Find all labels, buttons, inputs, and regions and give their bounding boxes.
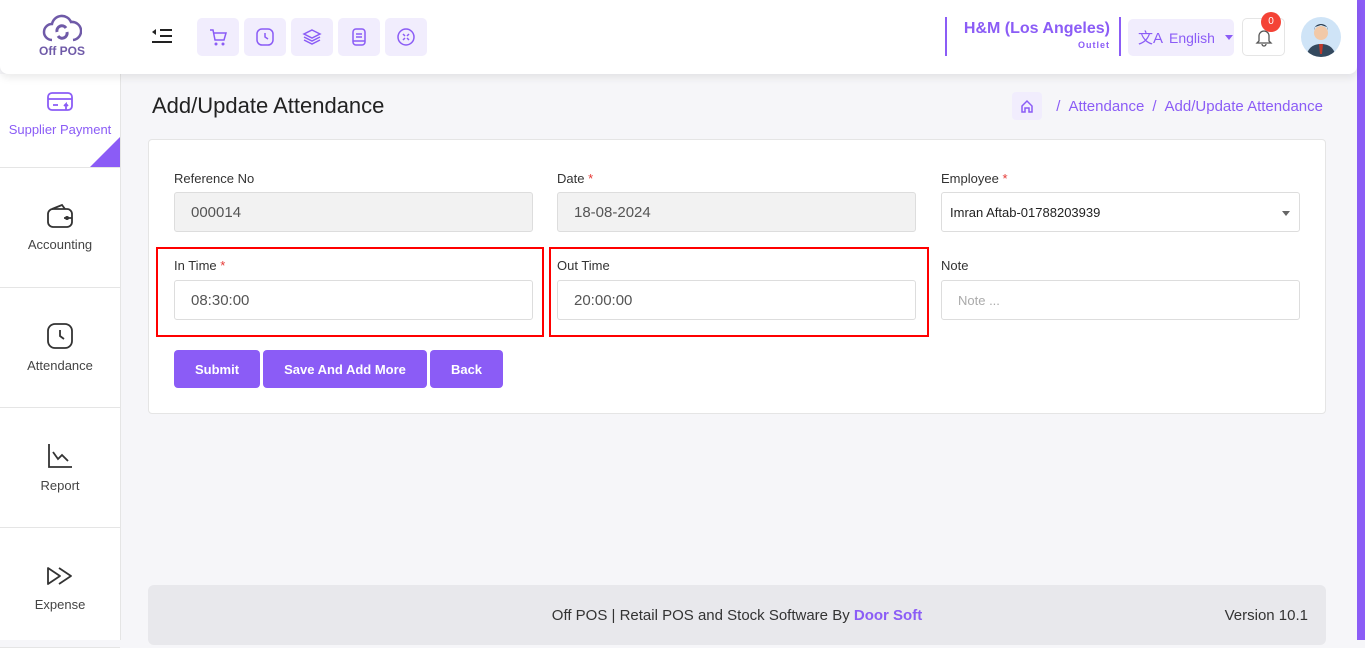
out-time-label: Out Time <box>557 258 610 273</box>
receipt-button[interactable] <box>338 18 380 56</box>
breadcrumb: / Attendance / Add/Update Attendance <box>1012 92 1323 120</box>
sidebar-item-label: Supplier Payment <box>8 122 112 137</box>
breadcrumb-separator: / <box>1056 97 1061 115</box>
note-label: Note <box>941 258 969 273</box>
sidebar: Supplier Payment Accounting Attendance R… <box>0 74 121 648</box>
dashboard-icon <box>397 28 415 46</box>
clock-icon <box>47 323 73 349</box>
employee-select[interactable]: Imran Aftab-01788203939 <box>941 192 1300 232</box>
top-bar: Off POS H&M (Los Angeles) Outlet 文A Engl… <box>0 0 1357 74</box>
clock-icon <box>256 28 274 46</box>
submit-button[interactable]: Submit <box>174 350 260 388</box>
logo-text: Off POS <box>38 44 85 58</box>
note-input[interactable]: Note ... <box>941 280 1300 320</box>
logo[interactable]: Off POS <box>36 14 88 58</box>
scrollbar[interactable] <box>1357 0 1365 640</box>
avatar[interactable] <box>1301 17 1341 57</box>
breadcrumb-attendance[interactable]: Attendance <box>1068 98 1144 115</box>
in-time-label: In Time * <box>174 258 226 273</box>
language-dropdown[interactable]: 文A English <box>1128 19 1234 56</box>
version-label: Version 10.1 <box>1224 607 1308 624</box>
caret-down-icon <box>1282 211 1290 216</box>
fast-forward-icon <box>47 567 72 585</box>
outlet-name: H&M (Los Angeles) <box>963 20 1110 37</box>
save-and-add-more-button[interactable]: Save And Add More <box>263 350 427 388</box>
wallet-icon <box>47 203 73 228</box>
sidebar-item-label: Report <box>40 478 80 493</box>
employee-label: Employee * <box>941 171 1008 186</box>
employee-value: Imran Aftab-01788203939 <box>950 204 1101 220</box>
breadcrumb-current: Add/Update Attendance <box>1164 97 1323 115</box>
sidebar-item-accounting[interactable]: Accounting <box>0 168 120 288</box>
active-indicator <box>90 137 120 167</box>
page-title: Add/Update Attendance <box>152 93 385 118</box>
sidebar-item-report[interactable]: Report <box>0 408 120 528</box>
footer: Off POS | Retail POS and Stock Software … <box>148 585 1326 645</box>
clock-button[interactable] <box>244 18 286 56</box>
date-input[interactable]: 18-08-2024 <box>557 192 916 232</box>
reference-label: Reference No <box>174 171 255 186</box>
sidebar-item-label: Accounting <box>27 237 93 252</box>
back-button[interactable]: Back <box>430 350 503 388</box>
menu-collapse-icon[interactable] <box>150 26 174 51</box>
home-icon[interactable] <box>1012 92 1043 120</box>
reference-input[interactable]: 000014 <box>174 192 533 232</box>
in-time-input[interactable]: 08:30:00 <box>174 280 533 320</box>
sidebar-item-supplier-payment[interactable]: Supplier Payment <box>0 74 120 168</box>
language-label: English <box>1169 29 1215 46</box>
dashboard-button[interactable] <box>385 18 427 56</box>
cart-icon <box>210 29 227 46</box>
sidebar-item-attendance[interactable]: Attendance <box>0 288 120 408</box>
layers-icon <box>302 29 322 45</box>
sidebar-item-expense[interactable]: Expense <box>0 528 120 648</box>
layers-button[interactable] <box>291 18 333 56</box>
chart-line-icon <box>48 444 72 468</box>
receipt-icon <box>352 28 366 46</box>
sidebar-item-label: Attendance <box>27 358 93 373</box>
cloud-sync-icon <box>42 14 82 42</box>
outlet-info: H&M (Los Angeles) Outlet <box>945 17 1121 56</box>
sidebar-item-label: Expense <box>34 597 86 612</box>
footer-brand-link[interactable]: Door Soft <box>854 607 922 624</box>
out-time-input[interactable]: 20:00:00 <box>557 280 916 320</box>
notification-badge: 0 <box>1261 12 1281 32</box>
translate-icon: 文A <box>1138 30 1164 47</box>
footer-text: Off POS | Retail POS and Stock Software … <box>551 607 850 624</box>
breadcrumb-separator: / <box>1152 97 1157 115</box>
date-label: Date * <box>557 171 594 186</box>
supplier-payment-icon <box>47 92 73 111</box>
cart-button[interactable] <box>197 18 239 56</box>
outlet-label: Outlet <box>1078 40 1110 50</box>
caret-down-icon <box>1224 35 1233 40</box>
